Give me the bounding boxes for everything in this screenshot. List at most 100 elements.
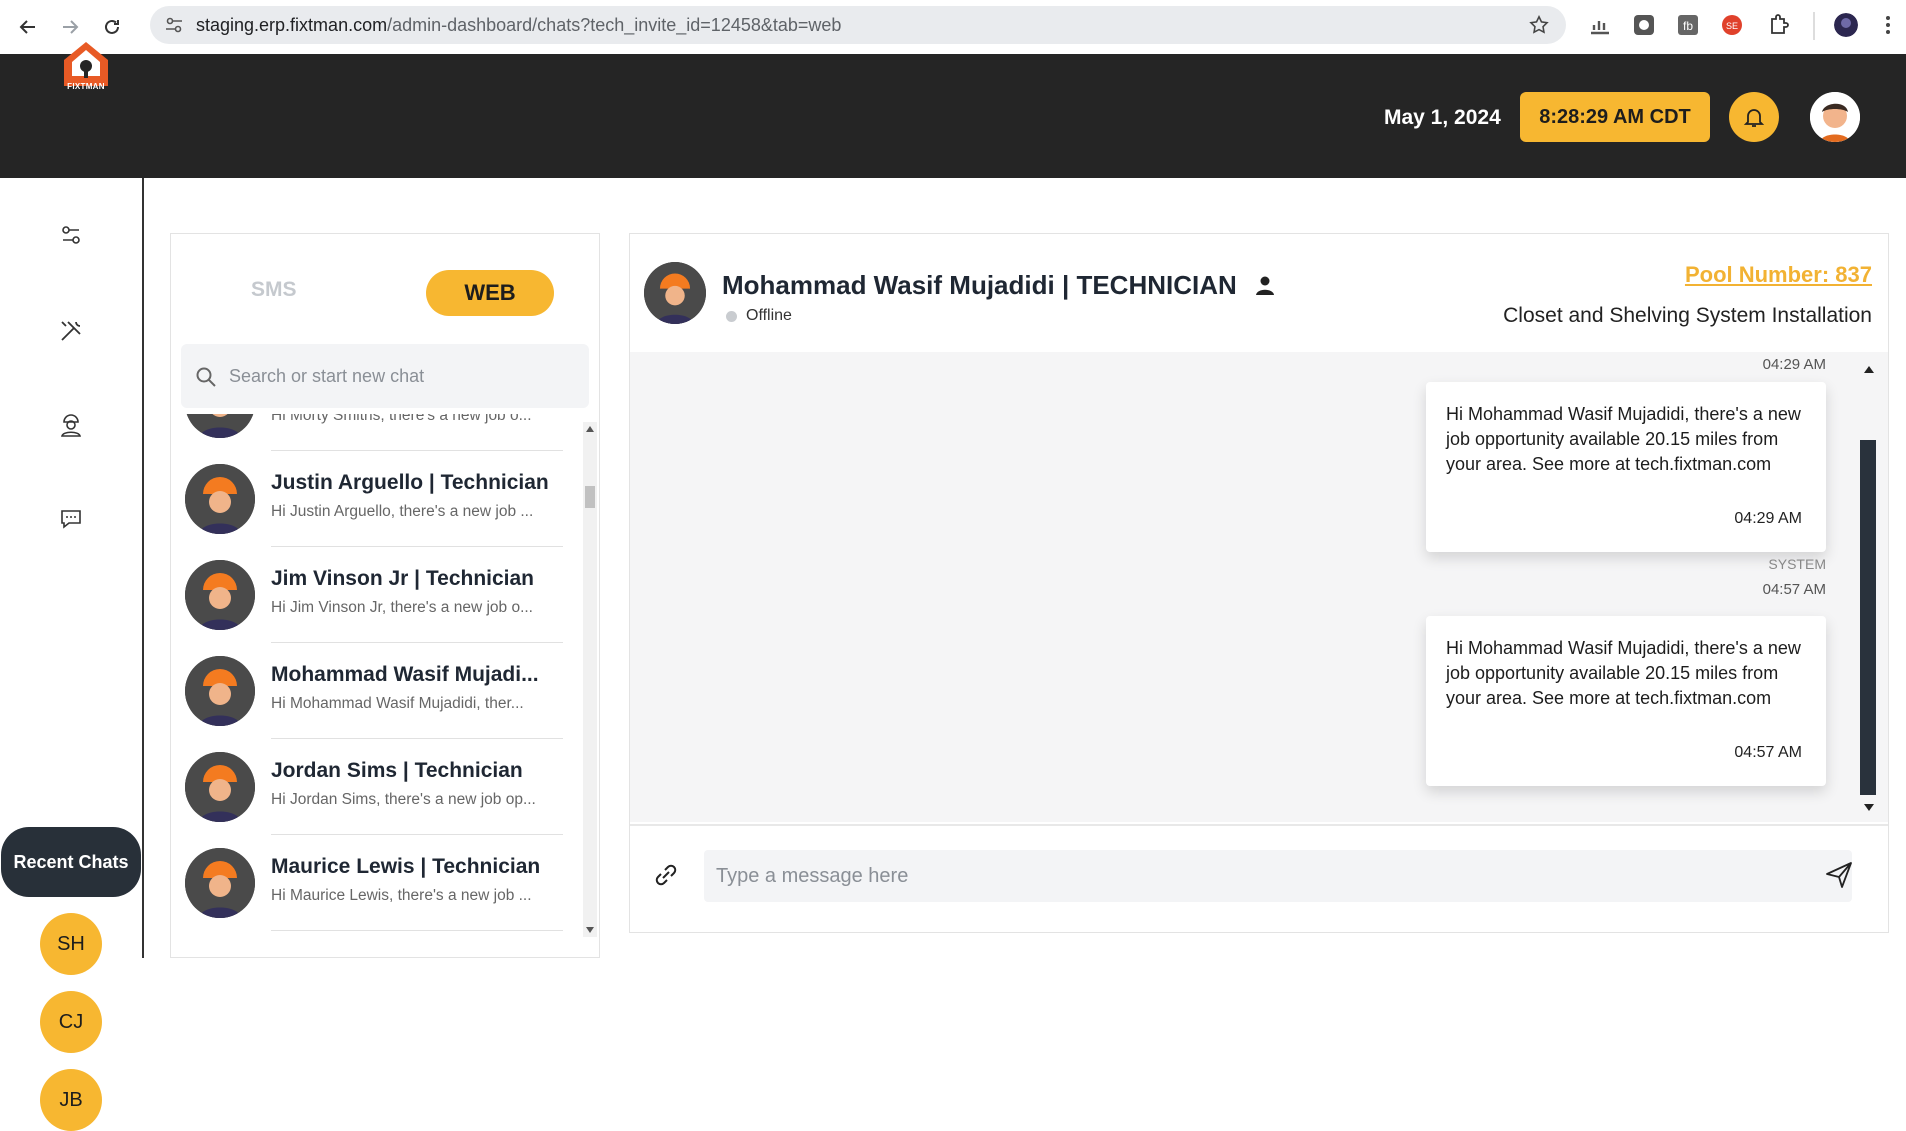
chat-item-name: Jim Vinson Jr | Technician [271, 567, 535, 590]
url-host: staging.erp.fixtman.com [196, 14, 388, 35]
chat-list-item[interactable]: Maurice Lewis | Technician Hi Maurice Le… [171, 835, 581, 931]
scroll-up-icon[interactable] [1864, 366, 1874, 373]
person-icon[interactable] [1254, 274, 1276, 296]
message-header-time: 04:57 AM [1762, 581, 1826, 598]
conversation-panel: Mohammad Wasif Mujadidi | TECHNICIAN Off… [629, 233, 1889, 933]
reload-icon [105, 19, 119, 34]
message-bubble: Hi Mohammad Wasif Mujadidi, there's a ne… [1426, 382, 1826, 552]
notifications-button[interactable] [1729, 92, 1779, 142]
forward-button[interactable] [56, 13, 84, 41]
chat-item-name: Jordan Sims | Technician [271, 759, 523, 782]
technician-icon[interactable] [58, 412, 84, 438]
filter-icon[interactable] [58, 222, 84, 248]
back-button[interactable] [14, 13, 42, 41]
toolbar-divider [1813, 12, 1815, 40]
search-icon [196, 367, 216, 387]
pool-number-link[interactable]: Pool Number: 837 [1685, 262, 1872, 288]
status-dot [726, 311, 737, 322]
chat-item-preview: Hi Jordan Sims, there's a new job op... [271, 791, 536, 808]
message-scrollbar[interactable] [1852, 352, 1882, 822]
arrow-right-icon [63, 20, 79, 34]
svg-text:SE: SE [1726, 21, 1738, 31]
message-time: 04:57 AM [1734, 744, 1802, 761]
logo-text: FIXTMAN [67, 82, 105, 91]
chat-item-preview: Hi Mohammad Wasif Mujadidi, ther... [271, 695, 524, 712]
scroll-down-icon[interactable] [1864, 804, 1874, 811]
header-date: May 1, 2024 [1384, 106, 1501, 129]
technician-avatar [185, 656, 255, 726]
send-icon[interactable] [1824, 860, 1854, 890]
user-avatar-icon [1810, 92, 1860, 142]
message-header-time: 04:29 AM [1762, 356, 1826, 373]
message-composer [630, 824, 1888, 932]
arrow-left-icon [19, 20, 35, 34]
contact-name-row: Mohammad Wasif Mujadidi | TECHNICIAN [722, 270, 1276, 301]
extension-gear-icon[interactable] [1632, 13, 1656, 37]
contact-name: Mohammad Wasif Mujadidi | TECHNICIAN [722, 270, 1237, 300]
recent-chat-chip[interactable]: CJ [40, 991, 102, 1053]
technician-avatar [185, 464, 255, 534]
search-input[interactable] [229, 356, 579, 396]
scroll-up-icon[interactable] [586, 426, 594, 432]
left-rail: Recent Chats SH CJ JB [0, 178, 144, 1131]
url-text: staging.erp.fixtman.com/admin-dashboard/… [196, 15, 841, 36]
browser-toolbar: staging.erp.fixtman.com/admin-dashboard/… [0, 0, 1906, 54]
header-time-badge: 8:28:29 AM CDT [1520, 92, 1710, 142]
profile-icon[interactable] [1834, 13, 1858, 37]
chat-item-name: Mohammad Wasif Mujadi... [271, 663, 539, 686]
message-time: 04:29 AM [1734, 510, 1802, 527]
message-input[interactable] [704, 850, 1852, 902]
technician-avatar [185, 560, 255, 630]
extension-seo-icon[interactable]: SE [1720, 13, 1744, 37]
chat-list: Hi Morty Smiths, there's a new job o... … [171, 414, 581, 934]
chat-list-item[interactable]: Jordan Sims | Technician Hi Jordan Sims,… [171, 739, 581, 835]
bookmark-star-icon[interactable] [1528, 14, 1550, 36]
browser-menu-icon[interactable] [1876, 13, 1900, 37]
chat-list-item[interactable]: Justin Arguello | Technician Hi Justin A… [171, 451, 581, 547]
reload-button[interactable] [98, 13, 126, 41]
url-path: /admin-dashboard/chats?tech_invite_id=12… [387, 14, 842, 35]
extension-fb-icon[interactable]: fb [1676, 13, 1700, 37]
tab-web[interactable]: WEB [426, 270, 554, 316]
recent-chats-label: Recent Chats [1, 827, 141, 897]
job-title: Closet and Shelving System Installation [1503, 304, 1872, 327]
chat-list-item[interactable]: Jim Vinson Jr | Technician Hi Jim Vinson… [171, 547, 581, 643]
chat-item-preview: Hi Jim Vinson Jr, there's a new job o... [271, 599, 533, 616]
chat-list-scrollbar[interactable] [583, 422, 597, 937]
search-box [181, 344, 589, 408]
extensions-puzzle-icon[interactable] [1766, 13, 1790, 37]
message-sender: SYSTEM [1768, 556, 1826, 572]
chat-item-preview: Hi Justin Arguello, there's a new job ..… [271, 503, 534, 520]
chat-list-item[interactable]: Hi Morty Smiths, there's a new job o... [171, 414, 581, 451]
message-text: Hi Mohammad Wasif Mujadidi, there's a ne… [1446, 404, 1801, 474]
tools-icon[interactable] [58, 318, 84, 344]
extension-chart-icon[interactable] [1588, 13, 1612, 37]
chat-item-name: Maurice Lewis | Technician [271, 855, 541, 878]
bell-icon [1743, 109, 1765, 127]
svg-text:fb: fb [1683, 19, 1693, 33]
chat-list-panel: SMS WEB Hi Morty Smiths, there's a new j… [170, 233, 600, 958]
scrollbar-thumb[interactable] [585, 486, 595, 508]
user-avatar[interactable] [1810, 92, 1860, 142]
recent-chat-chip[interactable]: JB [40, 1069, 102, 1131]
contact-status: Offline [746, 307, 792, 324]
message-text: Hi Mohammad Wasif Mujadidi, there's a ne… [1446, 638, 1801, 708]
message-area: 04:29 AM Hi Mohammad Wasif Mujadidi, the… [630, 352, 1888, 822]
chat-item-preview: Hi Morty Smiths, there's a new job o... [271, 414, 532, 424]
technician-avatar [185, 414, 255, 438]
chat-list-item[interactable]: Mohammad Wasif Mujadi... Hi Mohammad Was… [171, 643, 581, 739]
technician-avatar [185, 752, 255, 822]
site-settings-icon[interactable] [164, 15, 184, 35]
contact-avatar [644, 262, 706, 324]
chat-item-preview: Hi Maurice Lewis, there's a new job ... [271, 887, 532, 904]
chat-item-name: Justin Arguello | Technician [271, 471, 549, 494]
divider [271, 930, 563, 931]
tab-sms[interactable]: SMS [251, 278, 297, 302]
address-bar[interactable]: staging.erp.fixtman.com/admin-dashboard/… [150, 6, 1566, 44]
chat-icon[interactable] [58, 506, 84, 532]
technician-avatar [185, 848, 255, 918]
attach-link-icon[interactable] [652, 861, 680, 889]
recent-chat-chip[interactable]: SH [40, 913, 102, 975]
scroll-down-icon[interactable] [586, 927, 594, 933]
scrollbar-thumb[interactable] [1860, 440, 1876, 795]
